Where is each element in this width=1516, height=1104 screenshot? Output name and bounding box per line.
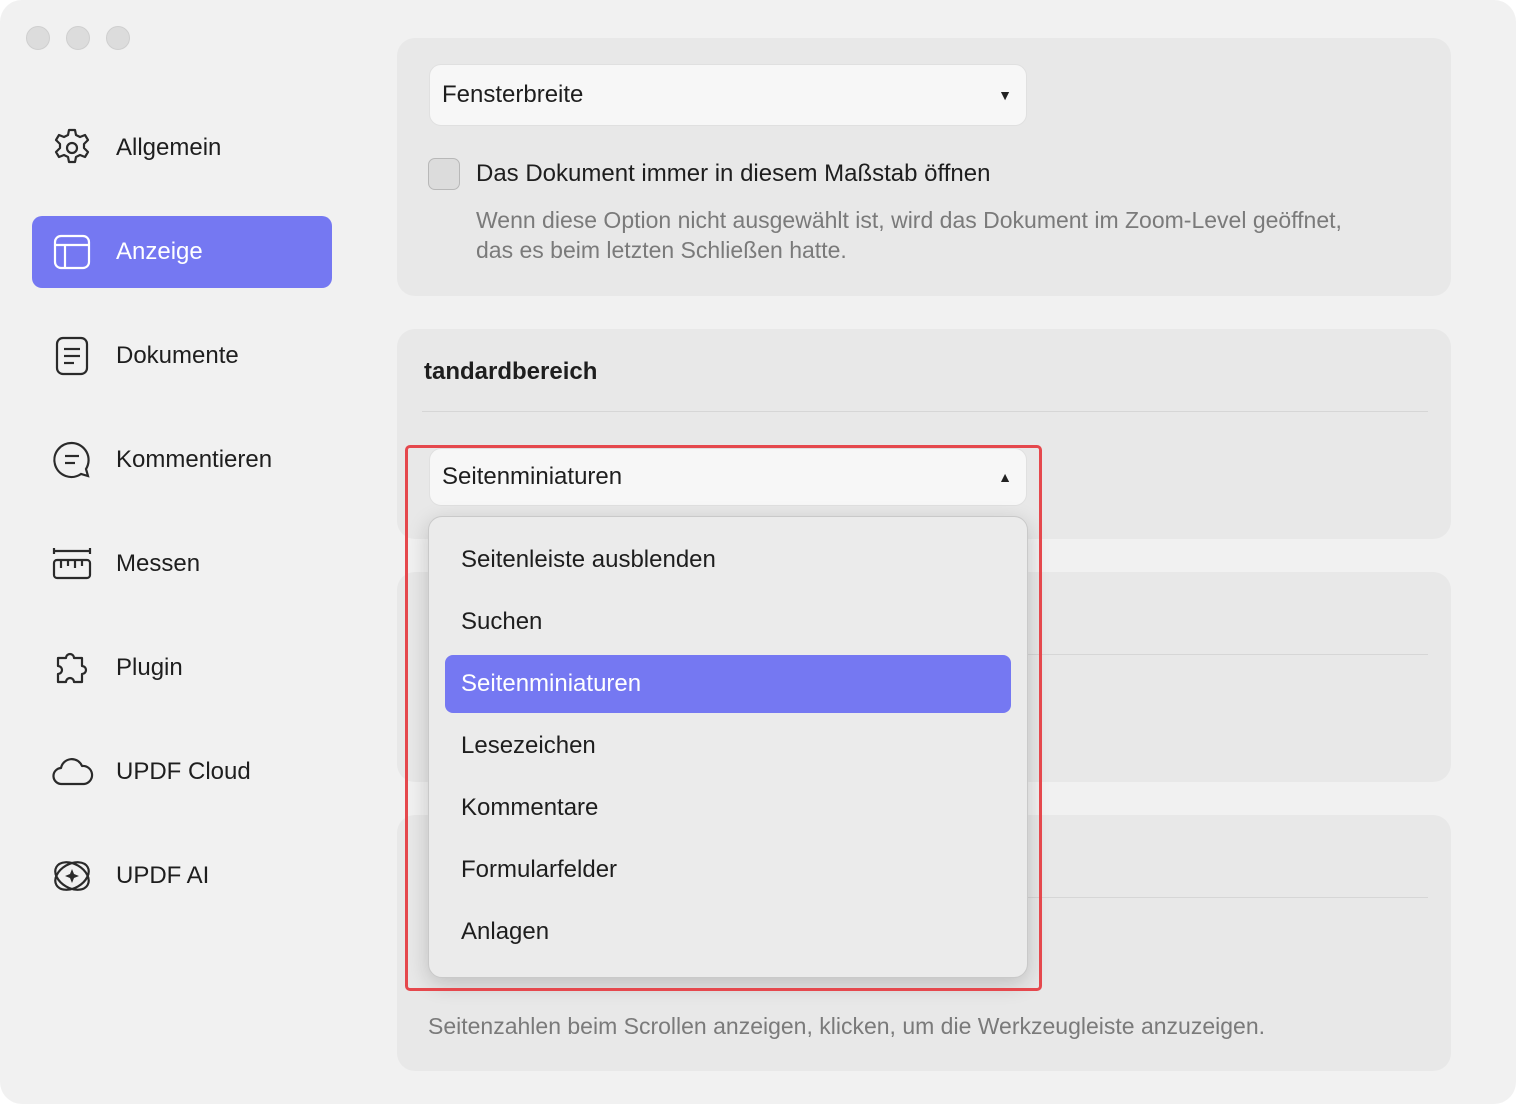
menu-item-kommentare[interactable]: Kommentare bbox=[445, 779, 1011, 837]
sidebar-item-dokumente[interactable]: Dokumente bbox=[32, 320, 332, 392]
zoom-select[interactable]: Fensterbreite ▼ bbox=[429, 64, 1027, 126]
sidebar-item-label: Allgemein bbox=[116, 134, 222, 161]
gear-icon bbox=[50, 126, 94, 170]
sidebar-item-label: Plugin bbox=[116, 654, 183, 681]
preferences-window: Allgemein Anzeige Dokumente Kommentieren… bbox=[0, 0, 1516, 1104]
section-title: tandardbereich bbox=[424, 358, 598, 385]
caret-down-icon: ▼ bbox=[998, 87, 1012, 103]
cloud-icon bbox=[50, 750, 94, 794]
close-window-button[interactable] bbox=[26, 26, 50, 50]
sidebar-item-anzeige[interactable]: Anzeige bbox=[32, 216, 332, 288]
zoom-select-value: Fensterbreite bbox=[442, 81, 584, 108]
divider bbox=[1028, 654, 1428, 655]
divider bbox=[422, 411, 1428, 412]
divider bbox=[1028, 897, 1428, 898]
sidebar-default-select-value: Seitenminiaturen bbox=[442, 463, 623, 490]
checkbox-label: Das Dokument immer in diesem Maßstab öff… bbox=[476, 160, 991, 187]
puzzle-icon bbox=[50, 646, 94, 690]
document-icon bbox=[50, 334, 94, 378]
layout-icon bbox=[50, 230, 94, 274]
sidebar-item-label: Dokumente bbox=[116, 342, 239, 369]
sidebar-item-allgemein[interactable]: Allgemein bbox=[32, 112, 332, 184]
sidebar-item-label: Messen bbox=[116, 550, 201, 577]
sidebar-item-kommentieren[interactable]: Kommentieren bbox=[32, 424, 332, 496]
sidebar-item-updf-cloud[interactable]: UPDF Cloud bbox=[32, 736, 332, 808]
ruler-icon bbox=[50, 542, 94, 586]
sidebar-dropdown-menu: Seitenleiste ausblenden Suchen Seitenmin… bbox=[428, 516, 1028, 978]
sidebar: Allgemein Anzeige Dokumente Kommentieren… bbox=[32, 112, 332, 944]
zoom-window-button[interactable] bbox=[106, 26, 130, 50]
menu-item-formularfelder[interactable]: Formularfelder bbox=[445, 841, 1011, 899]
ai-icon bbox=[50, 854, 94, 898]
caret-up-icon: ▲ bbox=[998, 469, 1012, 485]
sidebar-item-label: UPDF Cloud bbox=[116, 758, 251, 785]
menu-item-anlagen[interactable]: Anlagen bbox=[445, 903, 1011, 961]
sidebar-default-select[interactable]: Seitenminiaturen ▲ bbox=[429, 448, 1027, 506]
zoom-description: Wenn diese Option nicht ausgewählt ist, … bbox=[476, 207, 1342, 263]
menu-item-suchen[interactable]: Suchen bbox=[445, 593, 1011, 651]
sidebar-item-messen[interactable]: Messen bbox=[32, 528, 332, 600]
comment-icon bbox=[50, 438, 94, 482]
window-controls bbox=[26, 26, 130, 50]
menu-item-lesezeichen[interactable]: Lesezeichen bbox=[445, 717, 1011, 775]
sidebar-item-label: UPDF AI bbox=[116, 862, 210, 889]
sidebar-item-label: Anzeige bbox=[116, 238, 203, 265]
menu-item-seitenleiste-ausblenden[interactable]: Seitenleiste ausblenden bbox=[445, 531, 1011, 589]
minimize-window-button[interactable] bbox=[66, 26, 90, 50]
always-open-zoom-checkbox[interactable] bbox=[428, 158, 460, 190]
menu-item-seitenminiaturen[interactable]: Seitenminiaturen bbox=[445, 655, 1011, 713]
sidebar-item-updf-ai[interactable]: UPDF AI bbox=[32, 840, 332, 912]
sidebar-item-plugin[interactable]: Plugin bbox=[32, 632, 332, 704]
footer-note: Seitenzahlen beim Scrollen anzeigen, kli… bbox=[428, 1013, 1265, 1039]
sidebar-item-label: Kommentieren bbox=[116, 446, 273, 473]
